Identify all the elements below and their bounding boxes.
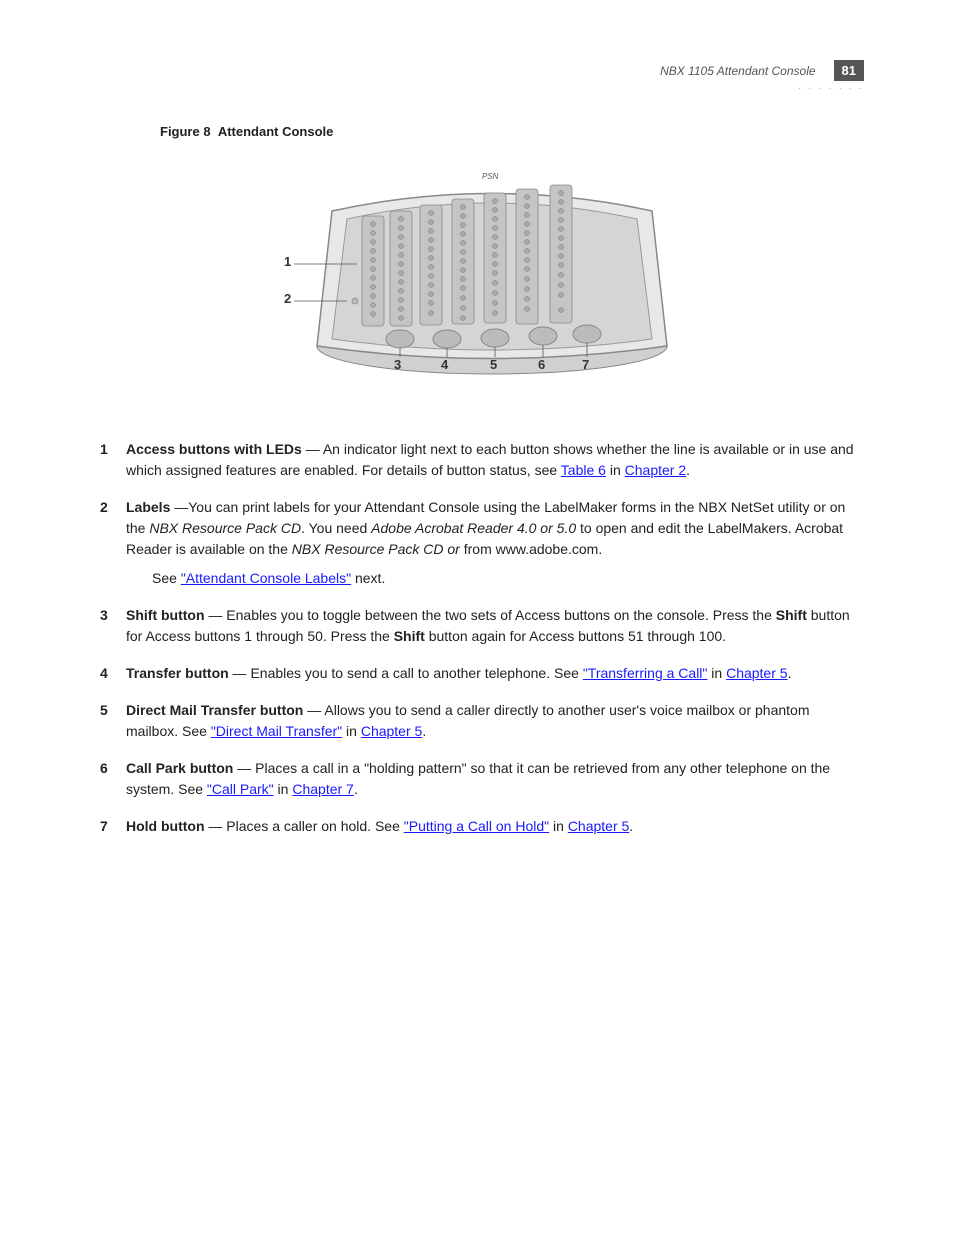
- link-chapter5-transfer[interactable]: Chapter 5: [726, 665, 787, 681]
- svg-text:4: 4: [441, 357, 449, 372]
- item-number-5: 5: [100, 700, 116, 742]
- link-transferring-call[interactable]: "Transferring a Call": [583, 665, 708, 681]
- link-chapter2[interactable]: Chapter 2: [625, 462, 686, 478]
- link-hold[interactable]: "Putting a Call on Hold": [404, 818, 549, 834]
- item-content-4: Transfer button — Enables you to send a …: [126, 663, 864, 684]
- list-item-6: 6 Call Park button — Places a call in a …: [100, 758, 864, 800]
- italic-nbx-cd2: NBX Resource Pack CD: [292, 541, 444, 557]
- item-2-subpara: See "Attendant Console Labels" next.: [152, 568, 864, 589]
- svg-text:3: 3: [394, 357, 401, 372]
- list-item-3: 3 Shift button — Enables you to toggle b…: [100, 605, 864, 647]
- header-title: NBX 1105 Attendant Console: [660, 64, 815, 78]
- svg-text:PSN: PSN: [482, 172, 499, 181]
- svg-text:2: 2: [284, 291, 291, 306]
- link-call-park[interactable]: "Call Park": [207, 781, 274, 797]
- svg-text:7: 7: [582, 357, 589, 372]
- item-number-6: 6: [100, 758, 116, 800]
- item-title-1: Access buttons with LEDs: [126, 441, 302, 457]
- item-content-2: Labels —You can print labels for your At…: [126, 497, 864, 589]
- item-number-4: 4: [100, 663, 116, 684]
- page-header: NBX 1105 Attendant Console 81 · · · · · …: [100, 60, 864, 94]
- item-title-3: Shift button: [126, 607, 205, 623]
- header-dots: · · · · · · ·: [798, 83, 864, 94]
- item-title-2: Labels: [126, 499, 170, 515]
- list-item-5: 5 Direct Mail Transfer button — Allows y…: [100, 700, 864, 742]
- item-content-1: Access buttons with LEDs — An indicator …: [126, 439, 864, 481]
- item-title-7: Hold button: [126, 818, 205, 834]
- item-number-2: 2: [100, 497, 116, 589]
- list-item-7: 7 Hold button — Places a caller on hold.…: [100, 816, 864, 837]
- item-title-4: Transfer button: [126, 665, 229, 681]
- console-diagram: 1 2 3 4 5 6 7: [272, 151, 692, 411]
- italic-or: or: [447, 541, 459, 557]
- italic-acrobat: Adobe Acrobat Reader 4.0 or 5.0: [371, 520, 576, 536]
- list-item-4: 4 Transfer button — Enables you to send …: [100, 663, 864, 684]
- list-item-1: 1 Access buttons with LEDs — An indicato…: [100, 439, 864, 481]
- page: NBX 1105 Attendant Console 81 · · · · · …: [0, 0, 954, 1235]
- item-title-5: Direct Mail Transfer button: [126, 702, 303, 718]
- item-content-5: Direct Mail Transfer button — Allows you…: [126, 700, 864, 742]
- shift-bold-2: Shift: [394, 628, 425, 644]
- content-list: 1 Access buttons with LEDs — An indicato…: [100, 439, 864, 837]
- link-table6[interactable]: Table 6: [561, 462, 606, 478]
- item-content-6: Call Park button — Places a call in a "h…: [126, 758, 864, 800]
- svg-text:1: 1: [284, 254, 291, 269]
- link-direct-mail[interactable]: "Direct Mail Transfer": [211, 723, 342, 739]
- link-attendant-labels[interactable]: "Attendant Console Labels": [181, 570, 351, 586]
- figure-label: Figure 8 Attendant Console: [160, 124, 864, 139]
- list-item-2: 2 Labels —You can print labels for your …: [100, 497, 864, 589]
- item-number-3: 3: [100, 605, 116, 647]
- svg-text:6: 6: [538, 357, 545, 372]
- italic-nbx-cd: NBX Resource Pack CD: [149, 520, 301, 536]
- link-chapter5-hold[interactable]: Chapter 5: [568, 818, 629, 834]
- item-number-1: 1: [100, 439, 116, 481]
- svg-text:5: 5: [490, 357, 497, 372]
- item-content-3: Shift button — Enables you to toggle bet…: [126, 605, 864, 647]
- shift-bold-1: Shift: [776, 607, 807, 623]
- link-chapter7[interactable]: Chapter 7: [292, 781, 353, 797]
- page-number: 81: [834, 60, 864, 81]
- item-number-7: 7: [100, 816, 116, 837]
- figure-container: 1 2 3 4 5 6 7: [100, 151, 864, 411]
- item-content-7: Hold button — Places a caller on hold. S…: [126, 816, 864, 837]
- link-chapter5-dmt[interactable]: Chapter 5: [361, 723, 422, 739]
- item-title-6: Call Park button: [126, 760, 233, 776]
